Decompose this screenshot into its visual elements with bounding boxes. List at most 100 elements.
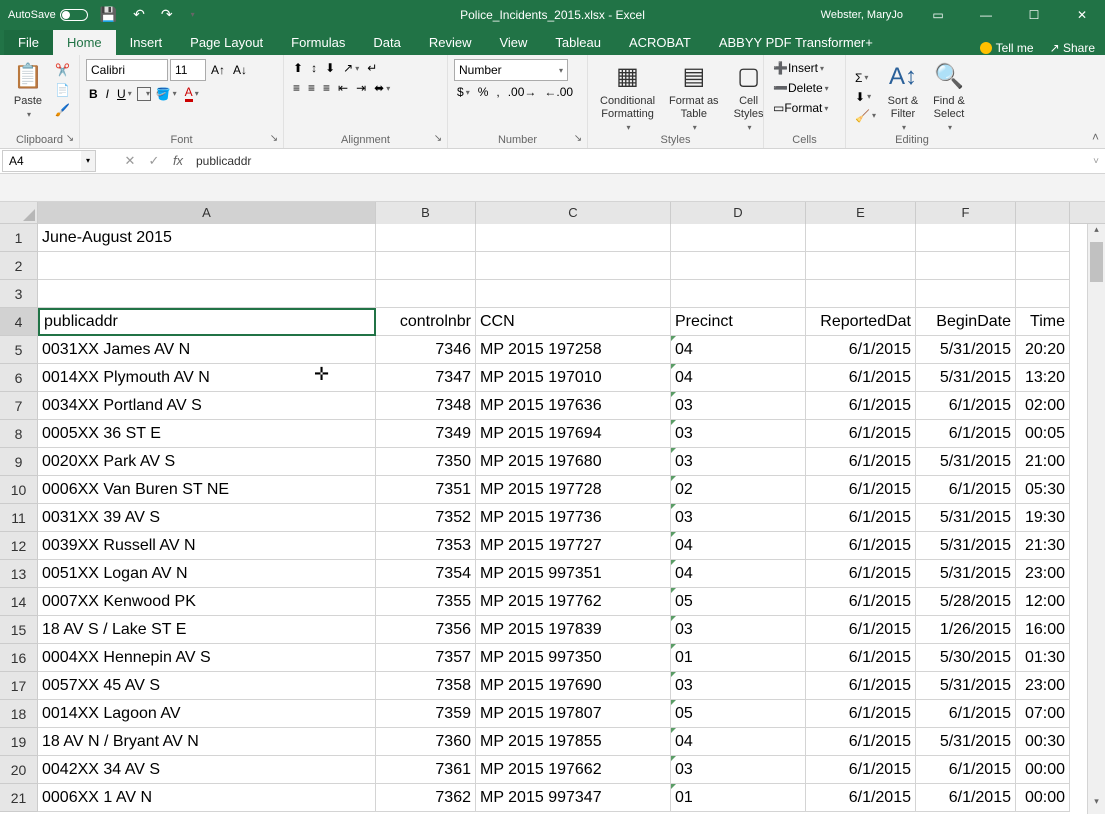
cell[interactable]: 7359 — [376, 700, 476, 728]
column-header[interactable]: E — [806, 202, 916, 224]
row-header[interactable]: 2 — [0, 252, 38, 280]
cell[interactable]: MP 2015 197680 — [476, 448, 671, 476]
cell[interactable]: 5/31/2015 — [916, 532, 1016, 560]
spreadsheet-grid[interactable]: ABCDEF 1June-August 2015234publicaddrcon… — [0, 202, 1105, 814]
row-header[interactable]: 13 — [0, 560, 38, 588]
column-header[interactable]: F — [916, 202, 1016, 224]
minimize-button[interactable]: — — [963, 0, 1009, 29]
sort-filter-button[interactable]: A↕ Sort & Filter▾ — [881, 59, 925, 135]
cell[interactable]: MP 2015 197807 — [476, 700, 671, 728]
increase-decimal-button[interactable]: .00→ — [505, 83, 540, 101]
cell[interactable]: 6/1/2015 — [806, 364, 916, 392]
cell[interactable]: 6/1/2015 — [806, 616, 916, 644]
tab-abbyy[interactable]: ABBYY PDF Transformer+ — [705, 30, 887, 55]
cell[interactable]: 7358 — [376, 672, 476, 700]
cell[interactable]: 23:00 — [1016, 560, 1070, 588]
cell[interactable]: 7361 — [376, 756, 476, 784]
increase-indent-button[interactable]: ⇥ — [353, 79, 369, 97]
cell[interactable] — [671, 224, 806, 252]
cell[interactable] — [38, 252, 376, 280]
format-painter-button[interactable]: 🖌️ — [52, 101, 73, 119]
cell[interactable]: 0020XX Park AV S — [38, 448, 376, 476]
decrease-indent-button[interactable]: ⇤ — [335, 79, 351, 97]
merge-center-button[interactable]: ⬌▾ — [371, 79, 393, 97]
cell[interactable] — [376, 252, 476, 280]
scroll-thumb[interactable] — [1090, 242, 1103, 282]
cell[interactable] — [806, 224, 916, 252]
cell[interactable]: 0039XX Russell AV N — [38, 532, 376, 560]
cell[interactable]: 04 — [671, 364, 806, 392]
cell[interactable]: 18 AV N / Bryant AV N — [38, 728, 376, 756]
cell[interactable]: 5/31/2015 — [916, 560, 1016, 588]
cell[interactable]: 03 — [671, 616, 806, 644]
cell[interactable]: June-August 2015 — [38, 224, 376, 252]
cell[interactable]: 6/1/2015 — [806, 728, 916, 756]
row-header[interactable]: 19 — [0, 728, 38, 756]
row-header[interactable]: 15 — [0, 616, 38, 644]
qat-customize-icon[interactable]: ▾ — [187, 10, 199, 19]
cell[interactable] — [476, 252, 671, 280]
underline-button[interactable]: U▾ — [114, 85, 135, 103]
cell[interactable]: 01 — [671, 644, 806, 672]
cell[interactable] — [916, 252, 1016, 280]
autosum-button[interactable]: Σ▾ — [852, 69, 879, 87]
cell[interactable]: 5/31/2015 — [916, 336, 1016, 364]
tab-review[interactable]: Review — [415, 30, 486, 55]
collapse-ribbon-button[interactable]: ˄ — [1092, 130, 1099, 144]
delete-cells-button[interactable]: ➖ Delete ▾ — [770, 79, 839, 97]
italic-button[interactable]: I — [103, 85, 112, 103]
cell[interactable]: 00:30 — [1016, 728, 1070, 756]
cell[interactable]: 0031XX James AV N — [38, 336, 376, 364]
cell[interactable]: 7355 — [376, 588, 476, 616]
cell[interactable]: 5/31/2015 — [916, 672, 1016, 700]
tab-formulas[interactable]: Formulas — [277, 30, 359, 55]
cell[interactable] — [671, 280, 806, 308]
cell[interactable]: 5/31/2015 — [916, 728, 1016, 756]
tab-view[interactable]: View — [485, 30, 541, 55]
increase-font-button[interactable]: A↑ — [208, 61, 228, 79]
cell[interactable]: 0005XX 36 ST E — [38, 420, 376, 448]
cell[interactable]: 6/1/2015 — [806, 588, 916, 616]
align-top-button[interactable]: ⬆ — [290, 59, 306, 77]
cell[interactable]: 6/1/2015 — [916, 476, 1016, 504]
row-header[interactable]: 8 — [0, 420, 38, 448]
cell[interactable]: 5/31/2015 — [916, 364, 1016, 392]
cell[interactable]: 07:00 — [1016, 700, 1070, 728]
cell[interactable]: MP 2015 197690 — [476, 672, 671, 700]
cell[interactable] — [38, 280, 376, 308]
cell[interactable]: 04 — [671, 728, 806, 756]
cell[interactable]: 6/1/2015 — [916, 420, 1016, 448]
alignment-launcher[interactable]: ↘ — [432, 133, 444, 145]
cell[interactable] — [916, 224, 1016, 252]
cell[interactable]: 7351 — [376, 476, 476, 504]
cell[interactable]: 7350 — [376, 448, 476, 476]
cell[interactable]: 02:00 — [1016, 392, 1070, 420]
cell[interactable]: 03 — [671, 504, 806, 532]
cell[interactable] — [476, 224, 671, 252]
cell[interactable]: 6/1/2015 — [916, 700, 1016, 728]
column-header[interactable]: C — [476, 202, 671, 224]
row-header[interactable]: 11 — [0, 504, 38, 532]
cell[interactable] — [916, 280, 1016, 308]
font-size-combo[interactable] — [170, 59, 206, 81]
cell[interactable]: 1/26/2015 — [916, 616, 1016, 644]
cell[interactable]: 0006XX Van Buren ST NE — [38, 476, 376, 504]
align-center-button[interactable]: ≡ — [305, 79, 318, 97]
cell[interactable]: 05 — [671, 700, 806, 728]
cell[interactable]: 6/1/2015 — [806, 532, 916, 560]
vertical-scrollbar[interactable]: ▴ ▾ — [1087, 224, 1105, 814]
column-header[interactable]: A — [38, 202, 376, 224]
row-header[interactable]: 3 — [0, 280, 38, 308]
cell[interactable]: MP 2015 197736 — [476, 504, 671, 532]
cell[interactable]: 7360 — [376, 728, 476, 756]
cell[interactable] — [1016, 252, 1070, 280]
expand-formula-bar-button[interactable]: ˅ — [1093, 156, 1099, 167]
cell[interactable]: 6/1/2015 — [806, 448, 916, 476]
accounting-format-button[interactable]: $▾ — [454, 83, 473, 101]
percent-format-button[interactable]: % — [475, 83, 492, 101]
cell[interactable] — [806, 252, 916, 280]
cell[interactable]: 6/1/2015 — [806, 700, 916, 728]
tab-file[interactable]: File — [4, 30, 53, 55]
cell[interactable]: 03 — [671, 420, 806, 448]
tab-tableau[interactable]: Tableau — [541, 30, 615, 55]
